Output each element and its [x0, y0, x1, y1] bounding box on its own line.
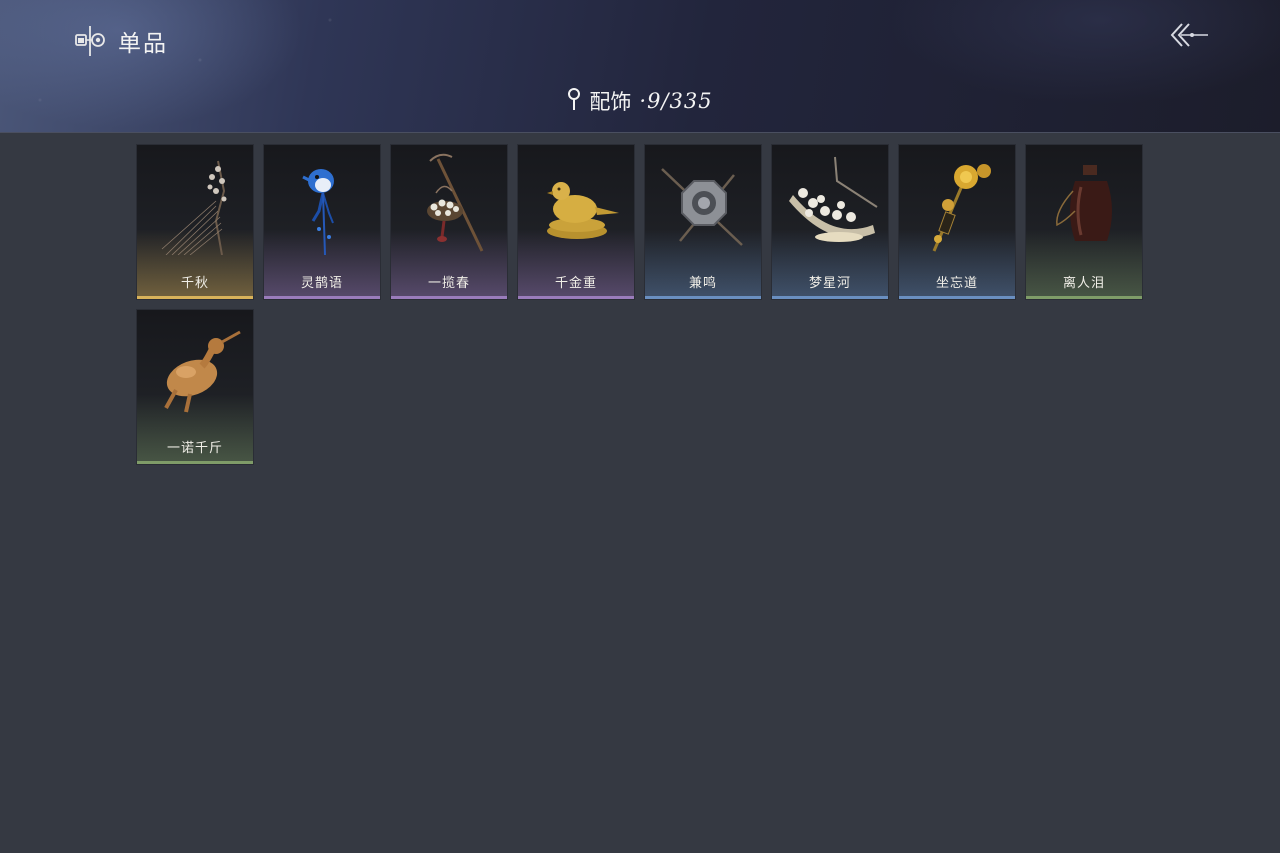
flower-boat-icon [789, 156, 878, 242]
back-arrow-icon [1164, 23, 1212, 56]
page-title: 单品 [118, 31, 168, 57]
item-card-jianming[interactable]: 兼鸣 [644, 144, 762, 300]
header-banner: 单品 配饰 ·9/335 [0, 0, 1280, 133]
rarity-bar [899, 296, 1015, 299]
accessory-collection-icon [74, 24, 108, 58]
rarity-bar [391, 296, 507, 299]
item-name: 离人泪 [1062, 276, 1105, 291]
hairpin-with-plum-blossoms-icon [161, 160, 227, 255]
rarity-bar [137, 296, 253, 299]
item-name: 千金重 [554, 276, 597, 291]
item-card-yinuoqianjin[interactable]: 一诺千斤 [136, 309, 254, 465]
blue-magpie-hairpin-icon [302, 169, 334, 255]
roasted-bird-icon [164, 330, 241, 413]
item-name: 一揽春 [427, 276, 470, 291]
title-area: 单品 [74, 24, 168, 58]
item-card-qianjinzhong[interactable]: 千金重 [517, 144, 635, 300]
rarity-bar [645, 296, 761, 299]
rarity-bar [1026, 296, 1142, 299]
item-name: 千秋 [180, 276, 209, 291]
category-label: 配饰 [589, 90, 632, 114]
item-name: 梦星河 [808, 276, 851, 291]
back-button[interactable] [1164, 18, 1212, 52]
item-card-zuowangdao[interactable]: 坐忘道 [898, 144, 1016, 300]
category-count: ·9/335 [639, 89, 713, 113]
item-name: 兼鸣 [688, 276, 717, 291]
golden-flower-hairpin-icon [932, 164, 991, 252]
rarity-bar [518, 296, 634, 299]
item-name: 坐忘道 [935, 276, 978, 291]
flower-basket-on-pole-icon [427, 153, 484, 252]
octagonal-drum-icon [661, 168, 743, 246]
item-card-lingqueyu[interactable]: 灵鹊语 [263, 144, 381, 300]
rarity-bar [137, 461, 253, 464]
rarity-bar [772, 296, 888, 299]
item-card-mengxinghe[interactable]: 梦星河 [771, 144, 889, 300]
golden-bird-ornament-icon [547, 182, 619, 239]
dark-wine-jar-icon [1056, 165, 1112, 241]
location-pin-icon [567, 87, 581, 115]
item-card-yilanchun[interactable]: 一揽春 [390, 144, 508, 300]
item-name: 灵鹊语 [300, 276, 343, 291]
item-name: 一诺千斤 [166, 441, 223, 456]
category-header: 配饰 ·9/335 [0, 84, 1280, 118]
item-card-lirenlei[interactable]: 离人泪 [1025, 144, 1143, 300]
rarity-bar [264, 296, 380, 299]
item-card-qianqiu[interactable]: 千秋 [136, 144, 254, 300]
